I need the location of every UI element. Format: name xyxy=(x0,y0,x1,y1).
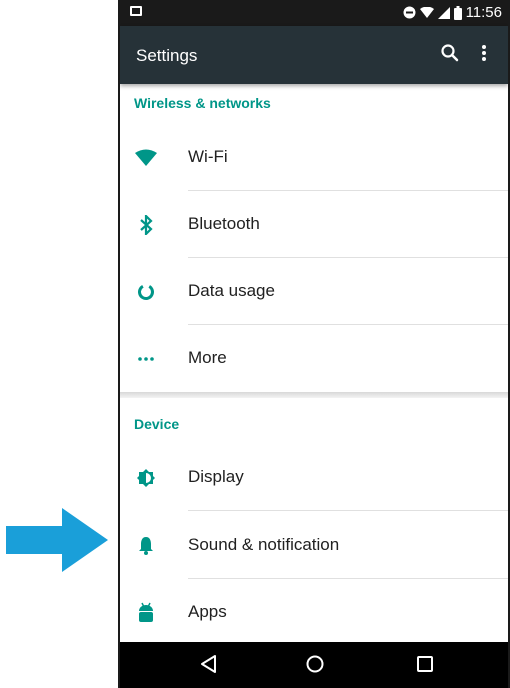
settings-item-apps[interactable]: Apps xyxy=(120,579,508,645)
settings-item-label: Wi-Fi xyxy=(188,147,228,166)
status-time: 11:56 xyxy=(465,4,502,21)
settings-item-label: Data usage xyxy=(188,281,275,300)
battery-icon xyxy=(453,5,462,20)
data-usage-icon xyxy=(134,280,158,304)
section-divider xyxy=(120,392,508,398)
display-icon xyxy=(134,466,158,490)
search-icon[interactable] xyxy=(440,43,460,63)
settings-item-label: More xyxy=(188,348,227,367)
settings-item-more[interactable]: More xyxy=(120,325,508,391)
navigation-bar xyxy=(120,642,508,688)
settings-item-label: Apps xyxy=(188,602,227,621)
recents-icon[interactable] xyxy=(414,653,436,675)
settings-item-label: Sound & notification xyxy=(188,535,340,554)
do-not-disturb-icon xyxy=(403,6,416,19)
signal-icon xyxy=(437,6,450,19)
app-bar: Settings xyxy=(120,26,508,84)
pointer-arrow-icon xyxy=(6,508,108,572)
home-icon[interactable] xyxy=(304,653,326,675)
settings-item-bluetooth[interactable]: Bluetooth xyxy=(120,191,508,257)
phone-screen: 11:56 Settings Wireless & networks Wi-Fi… xyxy=(118,0,510,688)
divider xyxy=(188,510,508,511)
notification-icon xyxy=(130,6,142,16)
page-title: Settings xyxy=(136,46,198,65)
wifi-icon xyxy=(134,146,158,170)
android-icon xyxy=(134,601,158,625)
settings-item-sound-notification[interactable]: Sound & notification xyxy=(120,512,508,578)
status-bar: 11:56 xyxy=(120,0,508,26)
wifi-icon xyxy=(419,6,434,18)
bell-icon xyxy=(134,534,158,558)
settings-item-wifi[interactable]: Wi-Fi xyxy=(120,124,508,190)
more-horiz-icon xyxy=(134,347,158,371)
settings-item-label: Display xyxy=(188,467,244,486)
section-header-wireless: Wireless & networks xyxy=(134,95,271,111)
section-header-device: Device xyxy=(134,416,180,432)
settings-item-data-usage[interactable]: Data usage xyxy=(120,258,508,324)
back-icon[interactable] xyxy=(198,653,220,675)
bluetooth-icon xyxy=(134,213,158,237)
more-vert-icon[interactable] xyxy=(474,43,494,63)
settings-item-display[interactable]: Display xyxy=(120,444,508,510)
settings-item-label: Bluetooth xyxy=(188,214,260,233)
